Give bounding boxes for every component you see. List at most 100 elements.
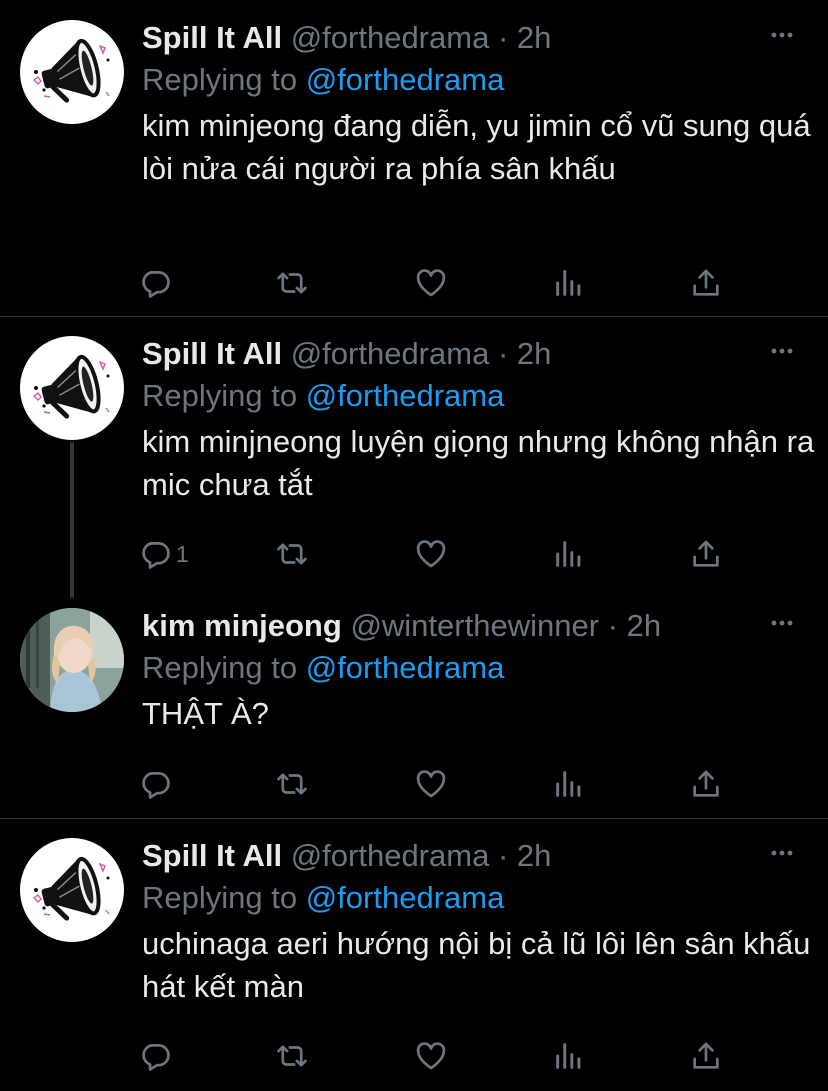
share-icon xyxy=(689,266,723,300)
tweet-actions xyxy=(138,762,738,806)
mention-link[interactable]: @forthedrama xyxy=(306,880,505,915)
like-button[interactable] xyxy=(414,762,448,806)
user-handle[interactable]: @forthedrama xyxy=(291,838,490,873)
timestamp[interactable]: 2h xyxy=(517,20,551,55)
tweet-divider xyxy=(0,316,828,317)
avatar[interactable] xyxy=(20,838,124,942)
replying-to-label: Replying to xyxy=(142,650,298,685)
analytics-button[interactable] xyxy=(552,1034,586,1078)
timestamp[interactable]: 2h xyxy=(517,336,551,371)
reply-count: 1 xyxy=(176,540,189,567)
avatar[interactable] xyxy=(20,20,124,124)
retweet-icon xyxy=(275,1039,309,1073)
analytics-icon xyxy=(552,266,586,300)
share-button[interactable] xyxy=(689,261,723,305)
tweet[interactable]: kim minjeong @winterthewinner · 2h Reply… xyxy=(0,604,828,816)
display-name[interactable]: Spill It All xyxy=(142,336,282,371)
share-button[interactable] xyxy=(689,762,723,806)
share-button[interactable] xyxy=(689,532,723,576)
analytics-button[interactable] xyxy=(552,532,586,576)
like-icon xyxy=(414,266,448,300)
timestamp[interactable]: 2h xyxy=(627,608,661,643)
tweet-header: Spill It All @forthedrama · 2h xyxy=(142,16,551,60)
retweet-icon xyxy=(275,767,309,801)
avatar[interactable] xyxy=(20,608,124,712)
user-handle[interactable]: @forthedrama xyxy=(291,336,490,371)
megaphone-logo-icon xyxy=(20,20,124,124)
replying-to-label: Replying to xyxy=(142,880,298,915)
tweet-header: Spill It All @forthedrama · 2h xyxy=(142,834,551,878)
retweet-icon xyxy=(275,266,309,300)
tweet-text: uchinaga aeri hướng nội bị cả lũ lôi lên… xyxy=(142,926,811,1004)
profile-photo xyxy=(20,608,124,712)
reply-button[interactable] xyxy=(138,1034,176,1078)
tweet-header: Spill It All @forthedrama · 2h xyxy=(142,332,551,376)
user-handle[interactable]: @forthedrama xyxy=(291,20,490,55)
more-icon xyxy=(770,31,794,39)
user-handle[interactable]: @winterthewinner xyxy=(350,608,599,643)
replying-to: Replying to @forthedrama xyxy=(142,878,504,918)
share-icon xyxy=(689,767,723,801)
share-button[interactable] xyxy=(689,1034,723,1078)
reply-button[interactable]: 1 xyxy=(138,532,189,576)
more-icon xyxy=(770,347,794,355)
mention-link[interactable]: @forthedrama xyxy=(306,378,505,413)
display-name[interactable]: Spill It All xyxy=(142,20,282,55)
avatar[interactable] xyxy=(20,336,124,440)
mention-link[interactable]: @forthedrama xyxy=(306,62,505,97)
tweet-header: kim minjeong @winterthewinner · 2h xyxy=(142,604,661,648)
megaphone-logo-icon xyxy=(20,336,124,440)
tweet[interactable]: Spill It All @forthedrama · 2h Replying … xyxy=(0,332,828,600)
tweet-actions: 1 xyxy=(138,532,738,576)
replying-to-label: Replying to xyxy=(142,378,298,413)
mention-link[interactable]: @forthedrama xyxy=(306,650,505,685)
reply-icon xyxy=(138,537,172,571)
more-icon xyxy=(770,849,794,857)
display-name[interactable]: kim minjeong xyxy=(142,608,342,643)
like-button[interactable] xyxy=(414,1034,448,1078)
analytics-icon xyxy=(552,1039,586,1073)
replying-to-label: Replying to xyxy=(142,62,298,97)
tweet-actions xyxy=(138,1034,738,1078)
reply-icon xyxy=(138,266,172,300)
retweet-button[interactable] xyxy=(275,1034,309,1078)
analytics-button[interactable] xyxy=(552,261,586,305)
tweet-text: THẬT À? xyxy=(142,696,269,731)
display-name[interactable]: Spill It All xyxy=(142,838,282,873)
more-options-button[interactable] xyxy=(770,16,804,60)
separator-dot: · xyxy=(497,20,509,55)
tweet-text: kim minjeong đang diễn, yu jimin cổ vũ s… xyxy=(142,108,811,186)
more-options-button[interactable] xyxy=(770,834,804,878)
tweet[interactable]: Spill It All @forthedrama · 2h Replying … xyxy=(0,834,828,1091)
thread-connector xyxy=(70,442,74,598)
tweet[interactable]: Spill It All @forthedrama · 2h Replying … xyxy=(0,16,828,316)
like-button[interactable] xyxy=(414,532,448,576)
separator-dot: · xyxy=(497,838,509,873)
analytics-button[interactable] xyxy=(552,762,586,806)
retweet-button[interactable] xyxy=(275,762,309,806)
reply-button[interactable] xyxy=(138,762,176,806)
tweet-text: kim minjneong luyện giọng nhưng không nh… xyxy=(142,424,815,502)
replying-to: Replying to @forthedrama xyxy=(142,648,504,688)
megaphone-logo-icon xyxy=(20,838,124,942)
retweet-button[interactable] xyxy=(275,261,309,305)
reply-icon xyxy=(138,1039,172,1073)
like-button[interactable] xyxy=(414,261,448,305)
separator-dot: · xyxy=(607,608,618,643)
reply-icon xyxy=(138,767,172,801)
more-options-button[interactable] xyxy=(770,604,804,648)
analytics-icon xyxy=(552,537,586,571)
more-options-button[interactable] xyxy=(770,332,804,376)
replying-to: Replying to @forthedrama xyxy=(142,60,504,100)
reply-button[interactable] xyxy=(138,261,176,305)
share-icon xyxy=(689,1039,723,1073)
like-icon xyxy=(414,1039,448,1073)
retweet-button[interactable] xyxy=(275,532,309,576)
timestamp[interactable]: 2h xyxy=(517,838,551,873)
more-icon xyxy=(770,619,794,627)
retweet-icon xyxy=(275,537,309,571)
tweet-actions xyxy=(138,261,738,305)
replying-to: Replying to @forthedrama xyxy=(142,376,504,416)
separator-dot: · xyxy=(497,336,509,371)
share-icon xyxy=(689,537,723,571)
